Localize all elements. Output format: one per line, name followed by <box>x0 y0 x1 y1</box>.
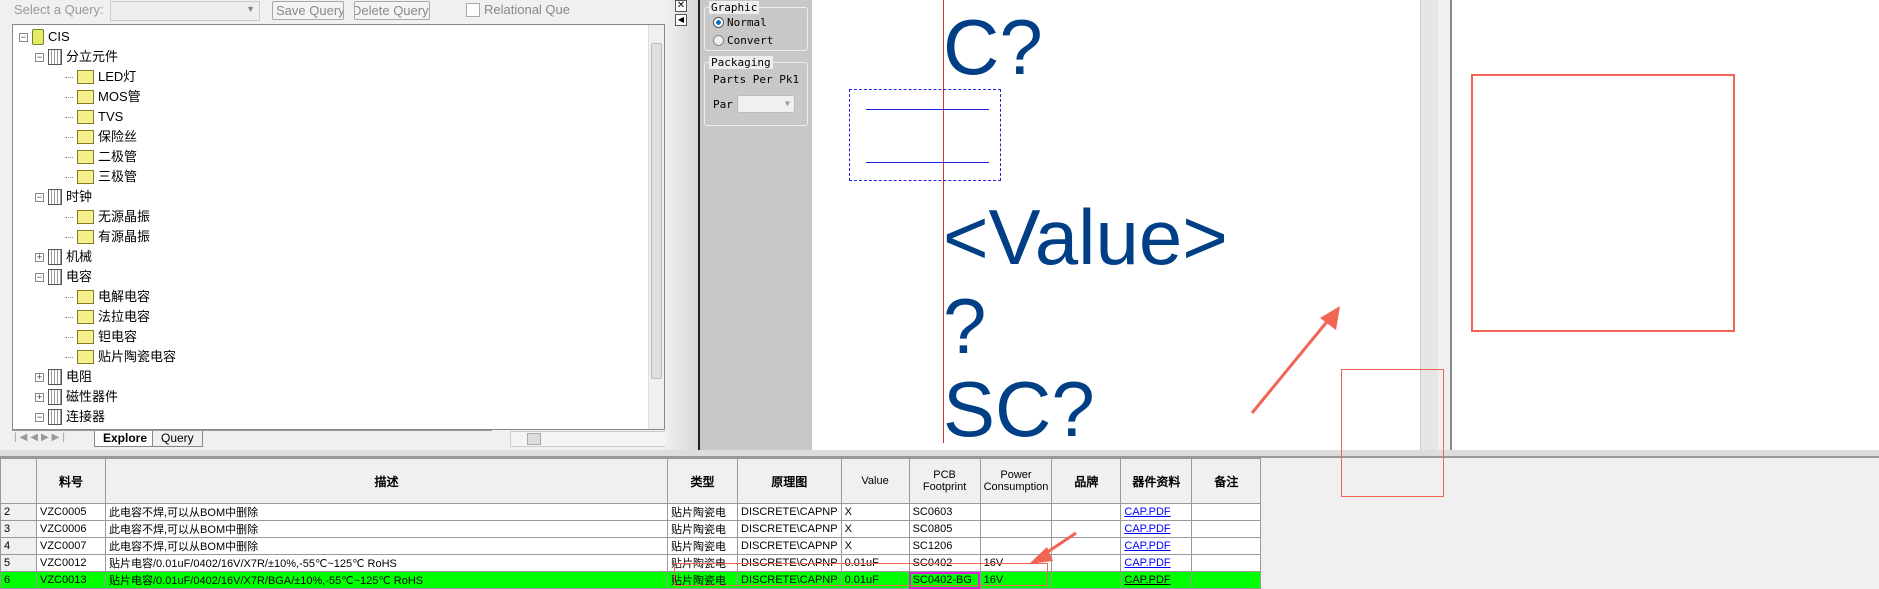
arrow-up-right-icon <box>1250 317 1332 414</box>
annotation-arrows <box>1029 306 1340 564</box>
